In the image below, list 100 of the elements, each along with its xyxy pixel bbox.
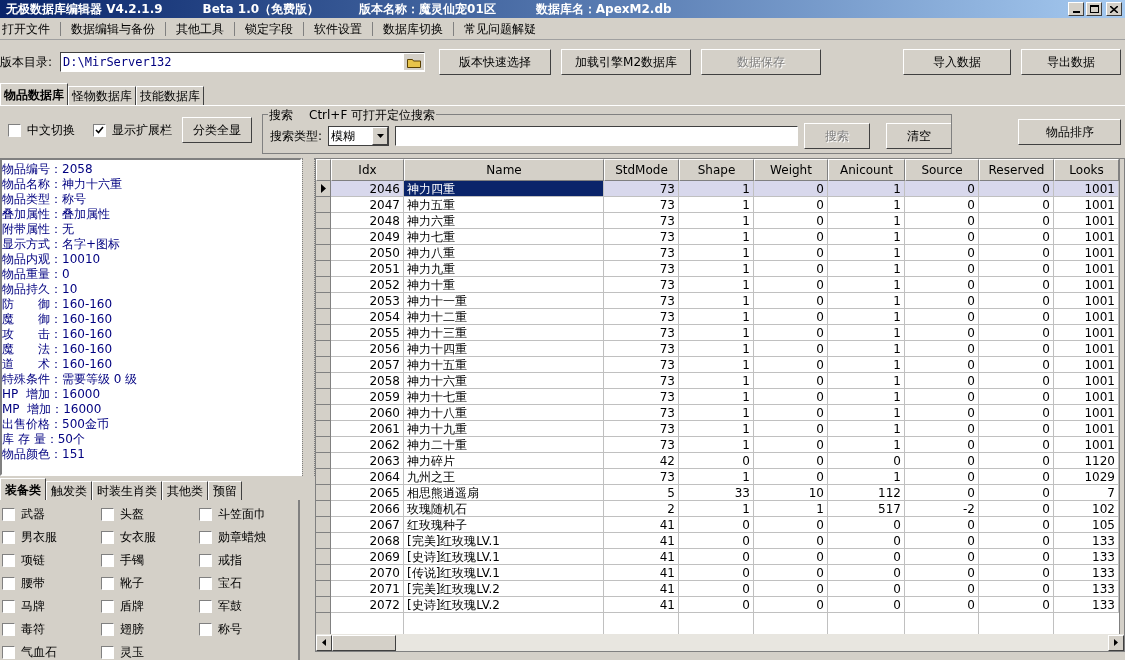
scroll-right-button[interactable] xyxy=(1108,634,1124,651)
checkbox[interactable] xyxy=(100,645,114,659)
tab[interactable]: 触发类 xyxy=(46,481,92,500)
menu-item[interactable]: 软件设置 xyxy=(312,19,364,38)
menu-item[interactable]: 其他工具 xyxy=(174,19,226,38)
tab[interactable]: 怪物数据库 xyxy=(68,86,136,105)
table-row[interactable]: 2059 神力十七重 73 1 0 1 0 0 1001 xyxy=(316,389,1119,405)
checkbox-label: 腰带 xyxy=(21,575,45,592)
table-row[interactable]: 2062 神力二十重 73 1 0 1 0 0 1001 xyxy=(316,437,1119,453)
checkbox[interactable] xyxy=(2,622,15,636)
window-title: Beta 1.0（免费版） xyxy=(202,1,320,18)
table-row[interactable]: 2047 神力五重 73 1 0 1 0 0 1001 xyxy=(316,197,1119,213)
table-cell: 神力四重 xyxy=(404,181,604,197)
table-row[interactable]: 2048 神力六重 73 1 0 1 0 0 1001 xyxy=(316,213,1119,229)
checkbox-label: 勋章蜡烛 xyxy=(218,529,267,546)
toolbar-button[interactable]: 加载引擎M2数据库 xyxy=(561,49,692,75)
column-header[interactable]: StdMode xyxy=(604,159,679,181)
column-header[interactable]: Source xyxy=(905,159,979,181)
tab[interactable]: 时装生肖类 xyxy=(92,481,162,500)
column-header[interactable]: Anicount xyxy=(828,159,905,181)
checkbox[interactable] xyxy=(100,553,114,567)
table-row[interactable]: 2058 神力十六重 73 1 0 1 0 0 1001 xyxy=(316,373,1119,389)
minimize-button[interactable] xyxy=(1068,2,1084,16)
menu-item[interactable]: 数据编辑与备份 xyxy=(69,19,157,38)
scroll-left-button[interactable] xyxy=(316,634,332,651)
menu-item[interactable]: 常见问题解疑 xyxy=(462,19,538,38)
tab[interactable]: 技能数据库 xyxy=(136,86,204,105)
table-row[interactable]: 2068 [完美]红玫瑰LV.1 41 0 0 0 0 0 133 xyxy=(316,533,1119,549)
checkbox[interactable] xyxy=(2,530,15,544)
scroll-thumb[interactable] xyxy=(332,634,396,651)
checkbox[interactable] xyxy=(8,123,21,137)
toolbar-button[interactable]: 导入数据 xyxy=(903,49,1011,75)
checkbox[interactable] xyxy=(2,553,15,567)
menu-item[interactable]: 锁定字段 xyxy=(243,19,295,38)
table-row[interactable]: 2057 神力十五重 73 1 0 1 0 0 1001 xyxy=(316,357,1119,373)
checkbox-label: 男衣服 xyxy=(21,529,57,546)
table-row[interactable]: 2053 神力十一重 73 1 0 1 0 0 1001 xyxy=(316,293,1119,309)
tab[interactable]: 其他类 xyxy=(162,481,208,500)
table-row[interactable]: 2065 相思熊逍遥扇 5 33 10 112 0 0 7 xyxy=(316,485,1119,501)
maximize-button[interactable] xyxy=(1086,2,1102,16)
table-row[interactable]: 2067 红玫瑰种子 41 0 0 0 0 0 105 xyxy=(316,517,1119,533)
table-row[interactable]: 2049 神力七重 73 1 0 1 0 0 1001 xyxy=(316,229,1119,245)
search-field[interactable] xyxy=(395,126,798,146)
checkbox[interactable] xyxy=(199,576,213,590)
table-row[interactable]: 2072 [史诗]红玫瑰LV.2 41 0 0 0 0 0 133 xyxy=(316,597,1119,613)
table-row[interactable]: 2070 [传说]红玫瑰LV.1 41 0 0 0 0 0 133 xyxy=(316,565,1119,581)
folder-button[interactable] xyxy=(404,54,425,70)
table-row[interactable]: 2052 神力十重 73 1 0 1 0 0 1001 xyxy=(316,277,1119,293)
checkbox-label: 头盔 xyxy=(119,506,144,523)
table-row[interactable]: 2046 神力四重 73 1 0 1 0 0 1001 xyxy=(316,181,1119,197)
table-row[interactable]: 2055 神力十三重 73 1 0 1 0 0 1001 xyxy=(316,325,1119,341)
table-row[interactable]: 2054 神力十二重 73 1 0 1 0 0 1001 xyxy=(316,309,1119,325)
sort-button[interactable]: 物品排序 xyxy=(1018,119,1121,145)
search-type-dropdown[interactable]: 模糊 xyxy=(328,126,390,146)
column-header[interactable]: Idx xyxy=(331,159,404,181)
tab[interactable]: 物品数据库 xyxy=(0,83,68,105)
checkbox[interactable] xyxy=(199,622,213,636)
checkbox[interactable] xyxy=(93,123,106,137)
column-header[interactable]: Looks xyxy=(1054,159,1119,181)
show-all-button[interactable]: 分类全显 xyxy=(182,117,252,143)
checkbox[interactable] xyxy=(199,507,213,521)
checkbox[interactable] xyxy=(199,553,213,567)
table-row[interactable]: 2064 九州之王 73 1 0 1 0 0 1029 xyxy=(316,469,1119,485)
checkbox[interactable] xyxy=(2,507,15,521)
row-pointer-icon xyxy=(320,184,326,193)
checkbox[interactable] xyxy=(199,530,213,544)
table-row[interactable]: 2071 [完美]红玫瑰LV.2 41 0 0 0 0 0 133 xyxy=(316,581,1119,597)
checkbox[interactable] xyxy=(100,507,114,521)
menu-item[interactable]: 数据库切换 xyxy=(381,19,445,38)
menu-item[interactable]: 打开文件 xyxy=(0,19,52,38)
path-field[interactable]: D:\MirServer132 xyxy=(60,52,426,72)
column-header[interactable]: Weight xyxy=(754,159,828,181)
table-row[interactable]: 2069 [史诗]红玫瑰LV.1 41 0 0 0 0 0 133 xyxy=(316,549,1119,565)
close-button[interactable] xyxy=(1106,2,1122,16)
checkbox[interactable] xyxy=(199,599,213,613)
checkbox[interactable] xyxy=(100,530,114,544)
column-header[interactable]: Name xyxy=(404,159,604,181)
checkbox[interactable] xyxy=(2,645,15,659)
table-row[interactable]: 2056 神力十四重 73 1 0 1 0 0 1001 xyxy=(316,341,1119,357)
table-row[interactable]: 2051 神力九重 73 1 0 1 0 0 1001 xyxy=(316,261,1119,277)
column-header[interactable]: Reserved xyxy=(979,159,1054,181)
checkbox[interactable] xyxy=(100,622,114,636)
table-row[interactable]: 2061 神力十九重 73 1 0 1 0 0 1001 xyxy=(316,421,1119,437)
checkbox[interactable] xyxy=(100,599,114,613)
table-row[interactable]: 2063 神力碎片 42 0 0 0 0 0 1120 xyxy=(316,453,1119,469)
table-row[interactable]: 2066 玫瑰随机石 2 1 1 517 -2 0 102 xyxy=(316,501,1119,517)
checkbox[interactable] xyxy=(100,576,114,590)
info-line: 攻 击：160-160 xyxy=(2,327,114,342)
checkbox[interactable] xyxy=(2,576,15,590)
column-header[interactable]: Shape xyxy=(679,159,754,181)
table-row[interactable]: 2060 神力十八重 73 1 0 1 0 0 1001 xyxy=(316,405,1119,421)
checkbox[interactable] xyxy=(2,599,15,613)
table-row[interactable]: 2050 神力八重 73 1 0 1 0 0 1001 xyxy=(316,245,1119,261)
tab[interactable]: 预留 xyxy=(208,481,242,500)
dropdown-button[interactable] xyxy=(372,127,389,145)
search-button[interactable]: 清空 xyxy=(886,123,952,149)
row-header[interactable] xyxy=(316,181,331,197)
toolbar-button[interactable]: 版本快速选择 xyxy=(439,49,552,75)
tab[interactable]: 装备类 xyxy=(0,478,46,500)
toolbar-button[interactable]: 导出数据 xyxy=(1021,49,1121,75)
